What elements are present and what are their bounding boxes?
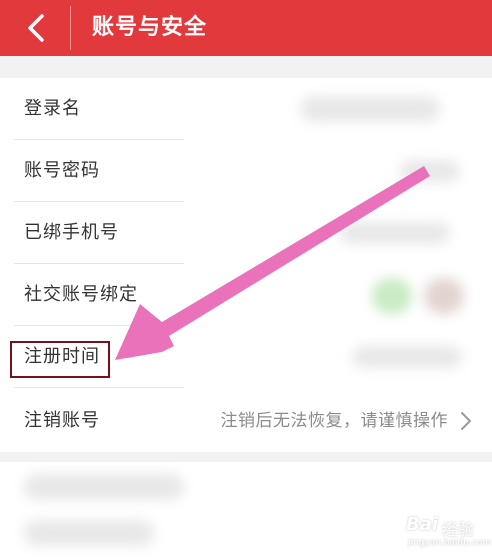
blurred-value — [400, 160, 460, 182]
chevron-right-icon — [461, 412, 471, 430]
wechat-icon — [372, 278, 412, 314]
row-divider — [14, 387, 184, 388]
app-header: 账号与安全 — [0, 0, 492, 56]
row-social-binding[interactable]: 社交账号绑定 — [0, 264, 492, 326]
chevron-left-icon — [28, 14, 44, 42]
blurred-value — [352, 346, 462, 368]
highlight-box — [10, 341, 110, 378]
watermark-brand: Bai — [406, 514, 439, 535]
row-label: 账号密码 — [24, 160, 100, 181]
cancel-warning: 注销后无法恢复，请谨慎操作 — [220, 411, 448, 431]
blurred-value — [300, 96, 440, 122]
back-button[interactable] — [18, 8, 58, 48]
page-title: 账号与安全 — [92, 15, 208, 40]
row-password[interactable]: 账号密码 — [0, 140, 492, 202]
row-label: 社交账号绑定 — [24, 284, 138, 305]
blurred-item — [24, 474, 184, 500]
header-divider — [70, 6, 71, 50]
blurred-value — [340, 222, 450, 244]
avatar — [424, 278, 464, 314]
row-phone[interactable]: 已绑手机号 — [0, 202, 492, 264]
settings-card: 登录名 账号密码 已绑手机号 社交账号绑定 注册时间 注销账号 注销后无法恢复，… — [0, 78, 492, 452]
row-login-name[interactable]: 登录名 — [0, 78, 492, 140]
row-label: 登录名 — [24, 98, 81, 119]
watermark-url: jingyan.baidu.com — [408, 538, 492, 548]
row-cancel-account[interactable]: 注销账号 注销后无法恢复，请谨慎操作 — [0, 390, 492, 452]
blurred-item — [24, 520, 154, 546]
baidu-watermark: Bai 经验 jingyan.baidu.com — [374, 508, 492, 552]
row-label: 已绑手机号 — [24, 222, 119, 243]
row-label: 注销账号 — [24, 410, 100, 431]
watermark-suffix: 经验 — [442, 520, 475, 539]
paw-icon — [380, 516, 402, 539]
